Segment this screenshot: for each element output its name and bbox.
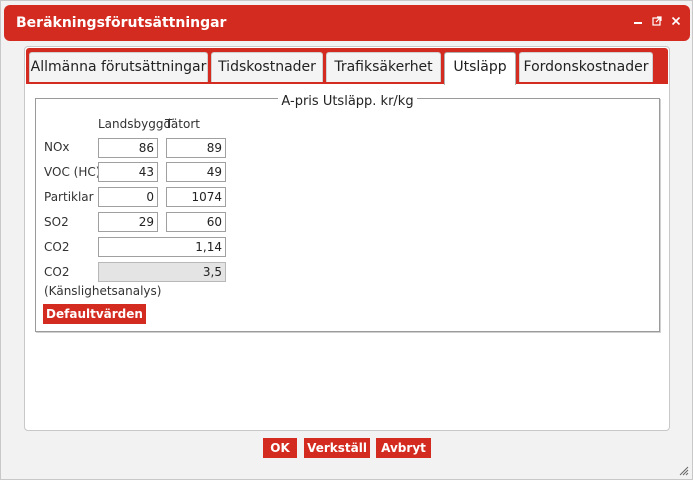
apply-button[interactable]: Verkställ (304, 438, 370, 458)
cancel-button[interactable]: Avbryt (376, 438, 431, 458)
tab-trafiksakerhet[interactable]: Trafiksäkerhet (326, 52, 441, 82)
column-header-tatort: Tätort (165, 117, 200, 131)
tabs-bar: Allmänna förutsättningar Tidskostnader T… (26, 48, 668, 85)
nox-landsbygd-input[interactable]: 86 (98, 138, 158, 158)
dialog-window: Beräkningsförutsättningar Allmänna förut… (0, 0, 693, 480)
minimize-icon[interactable] (630, 13, 646, 31)
so2-landsbygd-input[interactable]: 29 (98, 212, 158, 232)
nox-tatort-input[interactable]: 89 (166, 138, 226, 158)
voc-landsbygd-input[interactable]: 43 (98, 162, 158, 182)
tab-allmanna-forutsattningar[interactable]: Allmänna förutsättningar (29, 52, 208, 82)
row-label-so2: SO2 (44, 215, 69, 229)
tab-tidskostnader[interactable]: Tidskostnader (211, 52, 323, 82)
row-label-partiklar: Partiklar (44, 190, 94, 204)
row-label-co2-sens: CO2 (44, 265, 70, 279)
partiklar-tatort-input[interactable]: 1074 (166, 187, 226, 207)
resize-grip-icon[interactable] (679, 466, 689, 476)
default-values-button[interactable]: Defaultvärden (43, 304, 146, 324)
fieldset-legend: A-pris Utsläpp. kr/kg (35, 90, 660, 109)
row-label-co2: CO2 (44, 240, 70, 254)
co2-sensitivity-input: 3,5 (98, 262, 226, 282)
row-label-co2-sens-sub: (Känslighetsanalys) (44, 284, 162, 298)
title-bar[interactable]: Beräkningsförutsättningar (4, 5, 690, 41)
row-label-nox: NOx (44, 140, 70, 154)
partiklar-landsbygd-input[interactable]: 0 (98, 187, 158, 207)
popout-icon[interactable] (649, 13, 665, 31)
so2-tatort-input[interactable]: 60 (166, 212, 226, 232)
voc-tatort-input[interactable]: 49 (166, 162, 226, 182)
column-header-landsbygd: Landsbyggd (98, 117, 172, 131)
close-icon[interactable] (668, 13, 684, 31)
ok-button[interactable]: OK (263, 438, 297, 458)
tab-fordonskostnader[interactable]: Fordonskostnader (519, 52, 653, 82)
co2-input[interactable]: 1,14 (98, 237, 226, 257)
dialog-title: Beräkningsförutsättningar (16, 15, 227, 31)
row-label-voc: VOC (HC) (44, 165, 101, 179)
tab-utslapp[interactable]: Utsläpp (444, 52, 516, 85)
